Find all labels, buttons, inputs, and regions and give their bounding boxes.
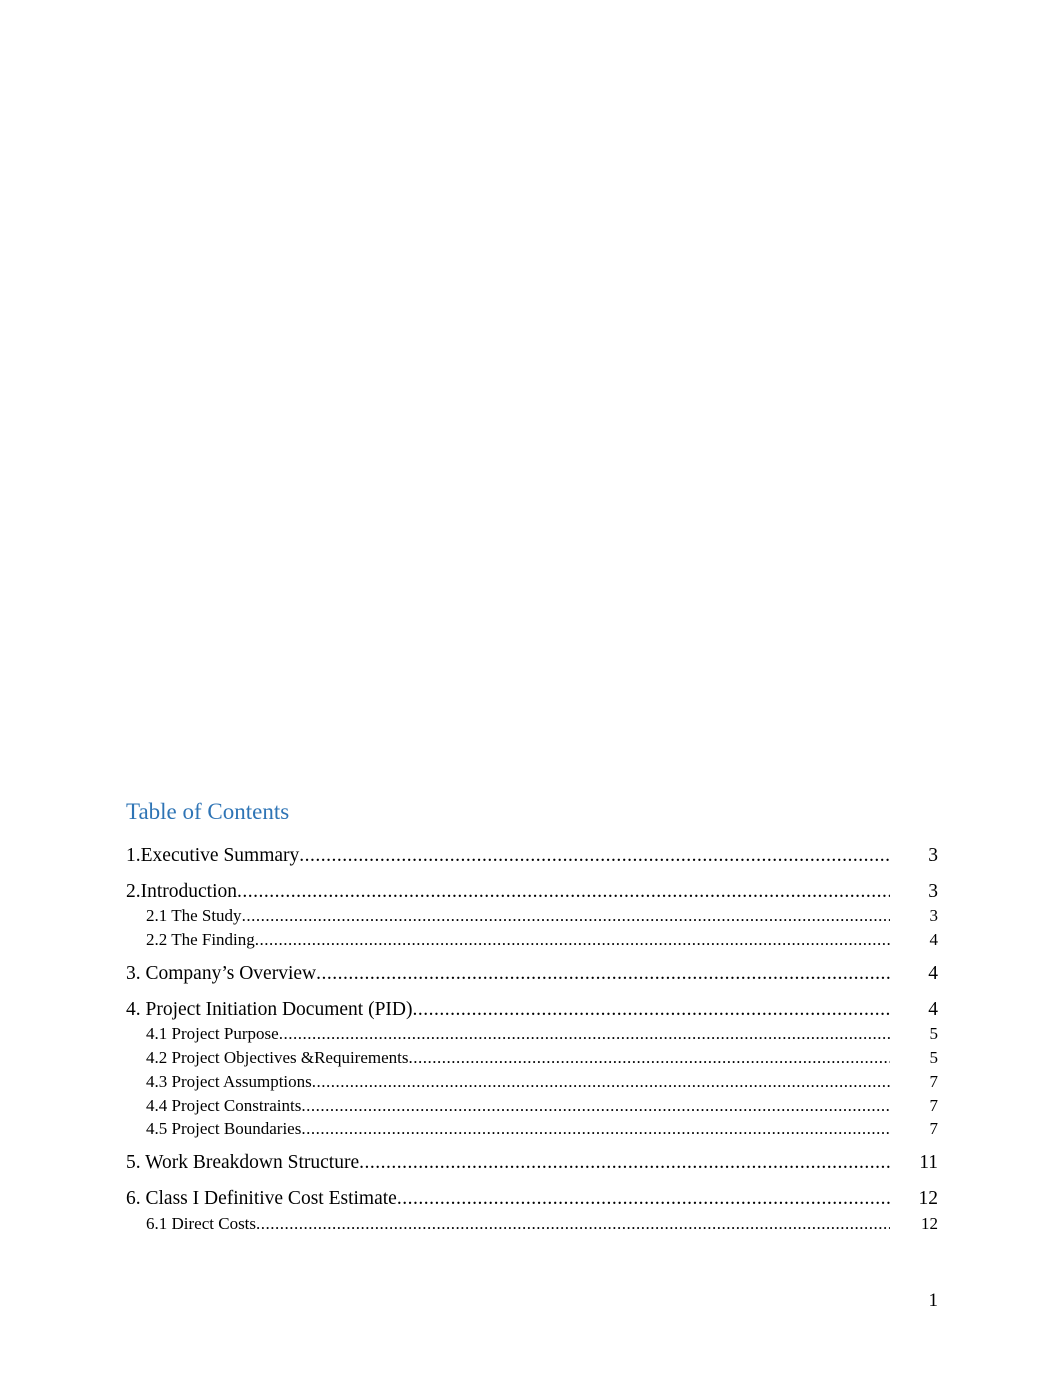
toc-entry-the-study[interactable]: 2.1 The Study 3 [126,905,938,927]
toc-entry-project-initiation-document[interactable]: 4. Project Initiation Document (PID) 4 [126,997,938,1023]
toc-entry-executive-summary[interactable]: 1.Executive Summary 3 [126,843,938,869]
toc-entry-project-assumptions[interactable]: 4.3 Project Assumptions 7 [126,1071,938,1093]
toc-entry-label: 4.1 Project Purpose [146,1024,279,1043]
toc-entry-label: 2.Introduction [126,881,238,902]
toc-entry-label: 1.Executive Summary [126,845,300,866]
dot-leader [279,1023,890,1045]
toc-entry-label: 5. Work Breakdown Structure [126,1152,360,1173]
toc-entry-project-purpose[interactable]: 4.1 Project Purpose 5 [126,1023,938,1045]
toc-entry-label: 4.2 Project Objectives &Requirements [146,1048,409,1067]
toc-entry-label: 4.3 Project Assumptions [146,1072,312,1091]
dot-leader [409,1047,891,1069]
page-number: 1 [928,1290,939,1311]
dot-leader [359,1150,890,1176]
dot-leader [256,1213,890,1235]
toc-entry-page: 7 [929,1072,939,1091]
toc-entry-company-overview[interactable]: 3. Company’s Overview 4 [126,961,938,987]
toc-entry-work-breakdown-structure[interactable]: 5. Work Breakdown Structure 11 [126,1150,938,1176]
dot-leader [255,929,890,951]
toc-heading: Table of Contents [126,799,290,824]
dot-leader [299,843,890,869]
dot-leader [312,1071,890,1093]
toc-entry-page: 12 [921,1214,938,1233]
toc-entry-project-objectives[interactable]: 4.2 Project Objectives &Requirements 5 [126,1047,938,1069]
toc-entry-page: 7 [929,1119,939,1138]
toc-entry-direct-costs[interactable]: 6.1 Direct Costs 12 [126,1213,938,1235]
toc-entry-page: 11 [919,1152,938,1173]
dot-leader [237,879,890,905]
toc-entry-label: 2.1 The Study [146,906,242,925]
toc-entry-page: 3 [928,881,938,902]
dot-leader [301,1095,890,1117]
toc-entry-the-finding[interactable]: 2.2 The Finding 4 [126,929,938,951]
toc-entry-label: 6. Class I Definitive Cost Estimate [126,1188,397,1209]
toc-entry-label: 4.5 Project Boundaries [146,1119,302,1138]
toc-entry-project-boundaries[interactable]: 4.5 Project Boundaries 7 [126,1118,938,1140]
toc-entry-page: 5 [929,1024,939,1043]
toc-entry-page: 4 [929,930,939,949]
toc-entry-page: 3 [928,845,938,866]
toc-entry-label: 2.2 The Finding [146,930,255,949]
toc-entry-label: 6.1 Direct Costs [146,1214,257,1233]
toc-entry-label: 4. Project Initiation Document (PID) [126,999,413,1020]
dot-leader [397,1186,890,1212]
toc-entry-page: 12 [918,1188,939,1209]
toc-entry-page: 4 [928,963,938,984]
toc-entry-introduction[interactable]: 2.Introduction 3 [126,879,938,905]
toc-entry-page: 3 [929,906,939,925]
toc-entry-page: 4 [928,999,938,1020]
dot-leader [316,961,890,987]
toc-entry-cost-estimate[interactable]: 6. Class I Definitive Cost Estimate 12 [126,1186,938,1212]
toc-entry-page: 7 [929,1096,939,1115]
toc-entry-page: 5 [929,1048,939,1067]
toc-entry-label: 4.4 Project Constraints [146,1096,302,1115]
toc-entry-label: 3. Company’s Overview [126,963,317,984]
toc-entry-project-constraints[interactable]: 4.4 Project Constraints 7 [126,1095,938,1117]
dot-leader [301,1118,890,1140]
dot-leader [242,905,890,927]
dot-leader [412,997,890,1023]
document-page: Table of Contents 1.Executive Summary 3 … [0,0,1062,1377]
